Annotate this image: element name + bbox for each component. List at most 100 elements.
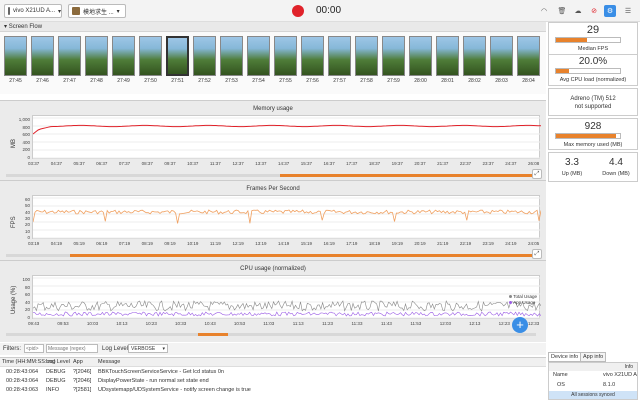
log-level-select[interactable]: VERBOSE ▾: [128, 344, 168, 353]
screen-thumbnail[interactable]: [85, 36, 108, 76]
cpu-chart-title: CPU usage (normalized): [240, 266, 306, 272]
add-marker-button[interactable]: +: [512, 317, 528, 333]
screen-thumbnail[interactable]: [220, 36, 243, 76]
log-row[interactable]: 00:28:43:064 DEBUG ?[2046] DisplayPowerStat…: [0, 377, 546, 386]
x-tick-label: 06:37: [96, 161, 108, 166]
log-row[interactable]: 00:28:43:063 INFO ?[2581] UDsystemapp/UDSys…: [0, 386, 546, 395]
record-button[interactable]: [292, 5, 304, 17]
avg-cpu-card: 20.0% Avg CPU load (normalized): [548, 54, 638, 86]
tab-device-info[interactable]: Device info: [548, 352, 582, 362]
cpu-scroll-thumb[interactable]: [198, 333, 228, 336]
expand-icon[interactable]: ⤢: [532, 249, 542, 259]
gpu-card: Adreno (TM) 512 not supported: [548, 88, 638, 116]
screen-thumbnail[interactable]: [382, 36, 405, 76]
cpu-legend: Total Usage App Usage: [509, 294, 537, 306]
cpu-chart-svg: [32, 277, 542, 319]
expand-icon[interactable]: ⤢: [532, 169, 542, 179]
device-label: vivo X21UD A...: [13, 8, 56, 14]
y-tick-label: 80: [24, 284, 30, 290]
log-level-value: VERBOSE: [131, 346, 156, 352]
settings-icon[interactable]: ⚙: [604, 5, 616, 17]
x-tick-label: 12:03: [439, 321, 452, 326]
screen-thumbnail[interactable]: [166, 36, 189, 76]
fps-scroll-thumb[interactable]: [70, 254, 532, 257]
x-tick-label: 12:23: [498, 321, 510, 326]
memory-chart-svg: [32, 117, 542, 159]
screen-thumbnail[interactable]: [139, 36, 162, 76]
thumbnail-timestamp: 27:47: [63, 78, 76, 84]
screen-thumbnail[interactable]: [247, 36, 270, 76]
screen-thumbnail[interactable]: [4, 36, 27, 76]
screen-thumbnail[interactable]: [517, 36, 540, 76]
memory-panel: Memory usage MB 1,000 800 600 400 200 0 03:37…: [0, 100, 546, 180]
x-tick-label: 12:19: [232, 241, 244, 246]
cpu-scrollbar[interactable]: [6, 333, 536, 336]
memory-scroll-thumb[interactable]: [280, 174, 532, 177]
app-icon: [72, 7, 80, 15]
screen-thumbnail[interactable]: [355, 36, 378, 76]
device-dropdown[interactable]: vivo X21UD A... ▾: [4, 4, 62, 18]
info-os-value: 8.1.0: [603, 382, 616, 388]
x-tick-label: 11:37: [209, 161, 221, 166]
cpu-plot-area: Total Usage App Usage: [32, 275, 542, 319]
memory-chart-title: Memory usage: [253, 106, 293, 112]
screen-thumbnail[interactable]: [328, 36, 351, 76]
x-tick-label: 11:23: [322, 321, 334, 326]
x-tick-label: 15:37: [300, 161, 312, 166]
x-tick-label: 16:37: [323, 161, 335, 166]
log-level: DEBUG: [46, 369, 66, 375]
log-table-header: Time (HH:MM:SS:ms) Log Level App Message: [0, 358, 546, 367]
chevron-down-icon: ▾: [162, 346, 165, 352]
screen-thumbnail[interactable]: [112, 36, 135, 76]
down-value: 4.4: [609, 157, 623, 168]
screen-thumbnail[interactable]: [436, 36, 459, 76]
cloud-upload-icon[interactable]: ☁: [572, 5, 584, 17]
y-tick-label: 0: [27, 235, 30, 240]
device-icon: [8, 7, 10, 15]
pid-input[interactable]: [24, 344, 44, 353]
thumbnail-timestamp: 27:45: [9, 78, 22, 84]
y-tick-label: 20: [24, 307, 30, 313]
log-app: ?[2046]: [73, 378, 92, 384]
stop-icon[interactable]: ⊘: [588, 5, 600, 17]
log-app: ?[2046]: [73, 369, 92, 375]
col-app[interactable]: App: [73, 358, 97, 367]
x-tick-label: 04:37: [50, 161, 62, 166]
wifi-icon[interactable]: ◠: [538, 5, 550, 17]
screen-thumbnail[interactable]: [193, 36, 216, 76]
screen-thumbnail[interactable]: [31, 36, 54, 76]
log-time: 00:28:43:063: [6, 387, 39, 393]
thumbnail-timestamp: 27:55: [279, 78, 292, 84]
gpu-name: Adreno (TM) 512: [570, 96, 616, 102]
col-level[interactable]: Log Level: [46, 358, 72, 367]
menu-icon[interactable]: ☰: [622, 5, 634, 17]
log-level-label: Log Level:: [102, 346, 130, 352]
log-time: 00:28:43:064: [6, 378, 39, 384]
log-time: 00:28:43:064: [6, 369, 39, 375]
app-dropdown[interactable]: 模地求生 ... ▾: [68, 4, 126, 18]
x-tick-label: 09:37: [164, 161, 176, 166]
log-row[interactable]: 00:28:43:064 DEBUG ?[2046] BBKTouchScreenSe…: [0, 368, 546, 377]
screen-thumbnail[interactable]: [58, 36, 81, 76]
x-tick-label: 26:08: [528, 161, 540, 166]
screen-thumbnail[interactable]: [409, 36, 432, 76]
screen-thumbnail[interactable]: [274, 36, 297, 76]
thumbnail-timestamp: 27:57: [333, 78, 346, 84]
x-tick-label: 10:37: [187, 161, 199, 166]
x-tick-label: 22:37: [459, 161, 472, 166]
screen-thumbnail[interactable]: [463, 36, 486, 76]
message-regex-input[interactable]: [46, 344, 98, 353]
fps-chart-svg: [32, 197, 542, 239]
screen-thumbnail[interactable]: [301, 36, 324, 76]
app-label: 模地求生 ...: [83, 9, 114, 16]
screen-thumbnail[interactable]: [490, 36, 513, 76]
median-fps-label: Median FPS: [577, 46, 609, 52]
trash-icon[interactable]: 🗑: [556, 5, 568, 17]
col-message[interactable]: Message: [98, 358, 398, 367]
screen-flow-header: ▾ Screen Flow: [0, 22, 546, 32]
y-tick-label: 0: [27, 155, 30, 160]
x-tick-label: 19:19: [391, 241, 403, 246]
tab-app-info[interactable]: App info: [580, 352, 607, 362]
x-tick-label: 19:37: [391, 161, 403, 166]
median-fps-bar: [555, 37, 621, 43]
